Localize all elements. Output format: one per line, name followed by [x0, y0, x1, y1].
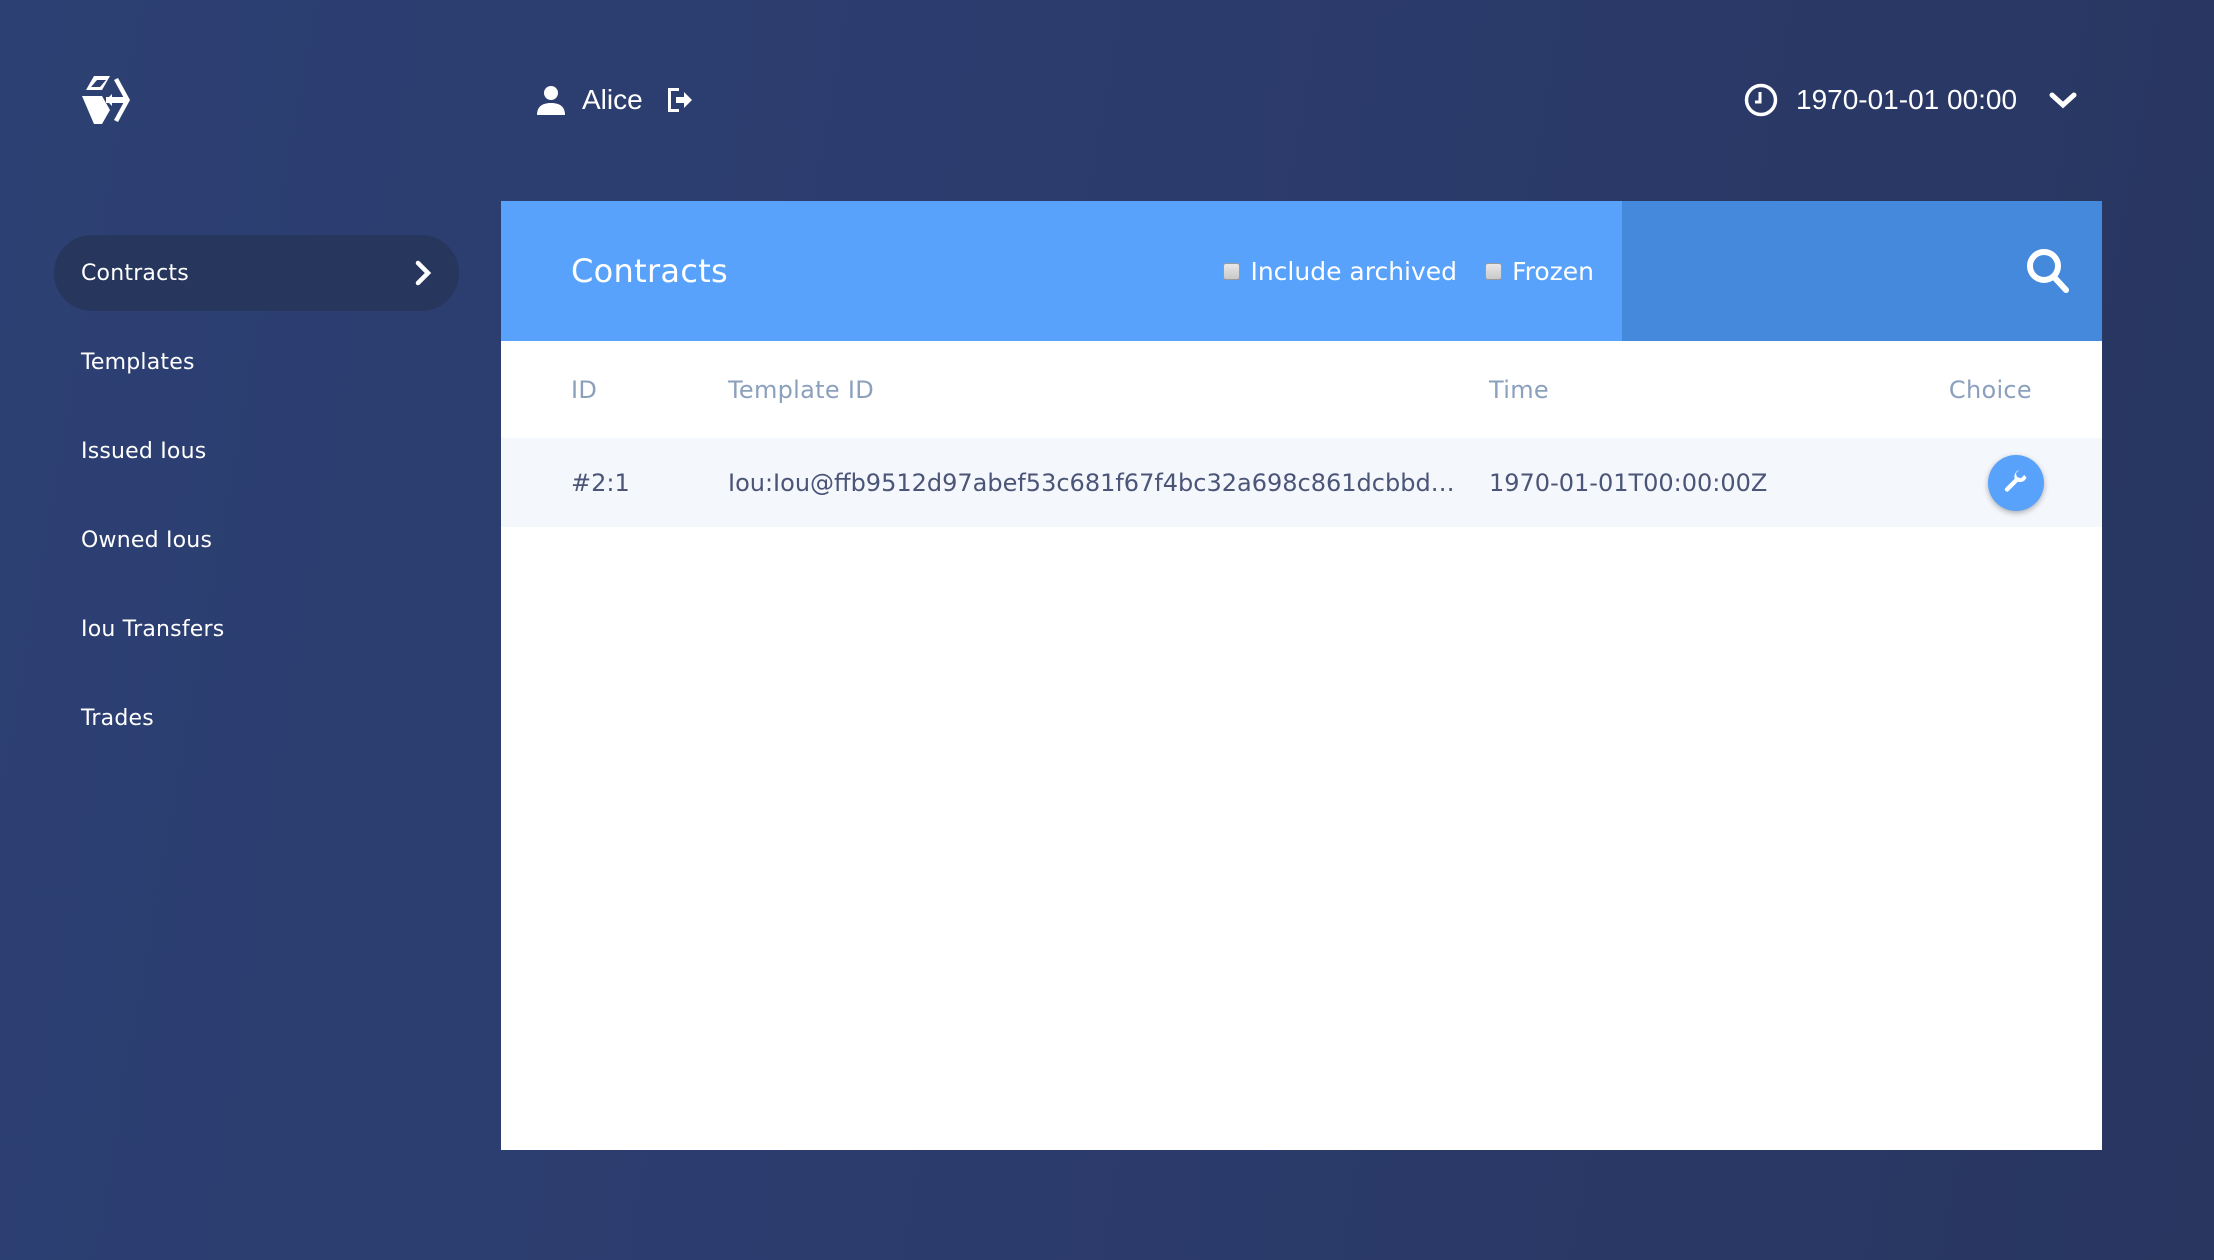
username: Alice: [582, 84, 643, 115]
sidebar-item-label: Owned Ious: [81, 527, 213, 553]
contract-id: #2:1: [571, 468, 630, 497]
chevron-right-icon: [415, 260, 432, 286]
contracts-table: ID Template ID Time Choice #2:1 Iou:Iou@…: [501, 341, 2102, 527]
template-id: Iou:Iou@ffb9512d97abef53c681f67f4bc32a69…: [728, 468, 1455, 497]
app-logo-icon[interactable]: [80, 74, 144, 126]
sidebar-item-iou-transfers[interactable]: Iou Transfers: [54, 591, 459, 667]
frozen-filter[interactable]: Frozen: [1485, 257, 1594, 286]
contract-time: 1970-01-01T00:00:00Z: [1489, 468, 1768, 497]
sidebar-item-label: Issued Ious: [81, 438, 207, 464]
choice-button[interactable]: [1988, 454, 2044, 511]
current-time: 1970-01-01 00:00: [1796, 84, 2018, 115]
filters: Include archived Frozen: [1223, 257, 1594, 286]
sidebar-item-contracts[interactable]: Contracts: [54, 235, 459, 311]
sidebar-item-label: Contracts: [81, 260, 189, 286]
column-header-template-id[interactable]: Template ID: [728, 341, 1489, 438]
clock-icon: [1744, 83, 1778, 117]
time-selector[interactable]: 1970-01-01 00:00: [1744, 82, 2077, 118]
column-header-time[interactable]: Time: [1489, 341, 1944, 438]
contracts-panel: Contracts Include archived Frozen ID Tem…: [501, 201, 2102, 1150]
choice-cell: [1944, 438, 2102, 527]
page-title: Contracts: [571, 252, 729, 290]
user-icon: [537, 86, 565, 115]
column-header-choice: Choice: [1948, 375, 2032, 404]
chevron-down-icon[interactable]: [2049, 90, 2077, 110]
sidebar-item-label: Iou Transfers: [81, 616, 225, 642]
include-archived-label: Include archived: [1250, 256, 1458, 286]
sidebar-item-label: Trades: [81, 705, 154, 731]
sidebar-item-templates[interactable]: Templates: [54, 324, 459, 400]
user-info: Alice: [536, 82, 695, 118]
sidebar-item-label: Templates: [81, 349, 195, 375]
panel-header: Contracts Include archived Frozen: [501, 201, 2102, 341]
table-header-row: ID Template ID Time Choice: [501, 341, 2102, 438]
include-archived-checkbox[interactable]: [1223, 262, 1241, 280]
sidebar-item-trades[interactable]: Trades: [54, 680, 459, 756]
frozen-checkbox[interactable]: [1485, 262, 1503, 280]
logout-icon[interactable]: [665, 85, 695, 115]
table-row[interactable]: #2:1 Iou:Iou@ffb9512d97abef53c681f67f4bc…: [501, 438, 2102, 527]
include-archived-filter[interactable]: Include archived: [1223, 257, 1457, 286]
search-icon[interactable]: [2024, 246, 2072, 296]
frozen-label: Frozen: [1512, 256, 1594, 286]
sidebar-item-owned-ious[interactable]: Owned Ious: [54, 502, 459, 578]
sidebar: Contracts Templates Issued Ious Owned Io…: [54, 235, 459, 769]
wrench-icon: [2004, 469, 2027, 492]
sidebar-item-issued-ious[interactable]: Issued Ious: [54, 413, 459, 489]
search-input[interactable]: [1622, 201, 2102, 341]
column-header-id[interactable]: ID: [501, 341, 728, 438]
